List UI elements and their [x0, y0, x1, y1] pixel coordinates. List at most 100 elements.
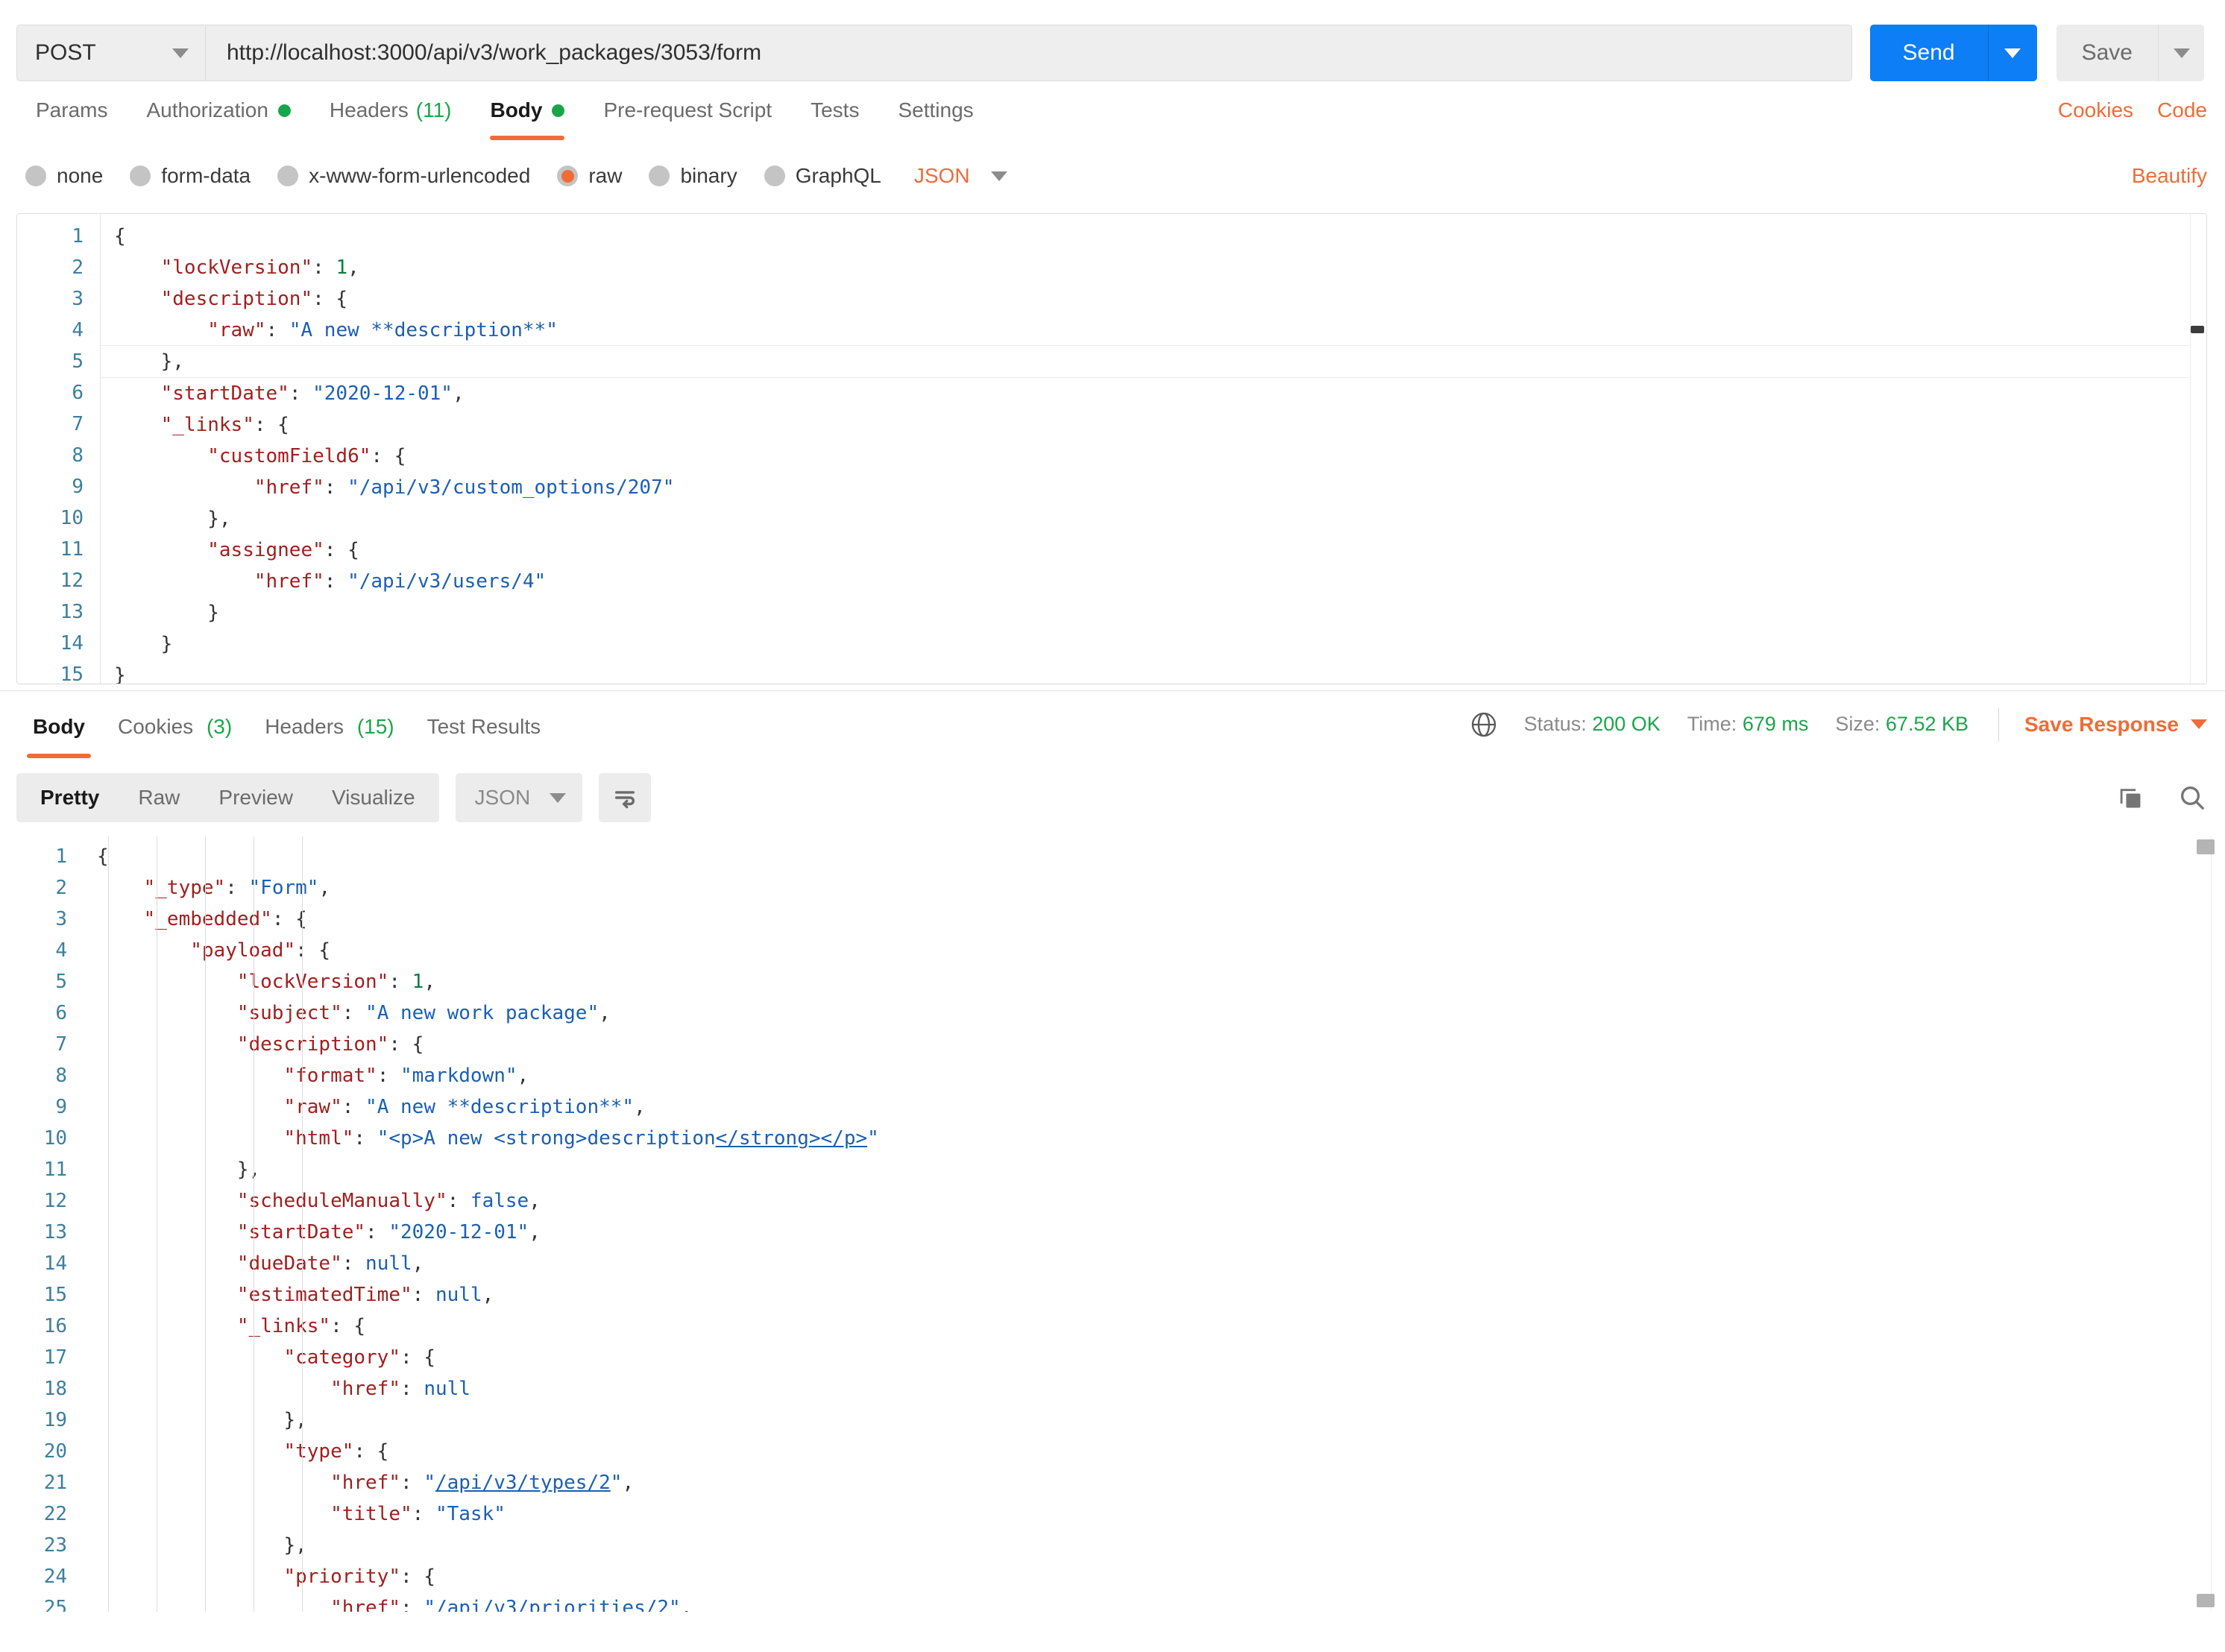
request-editor-code[interactable]: { "lockVersion": 1, "description": { "ra… — [101, 214, 2206, 684]
send-button[interactable]: Send — [1870, 25, 1988, 81]
tab-pre-request-script[interactable]: Pre-request Script — [584, 88, 791, 140]
code-line[interactable]: "description": { — [84, 1029, 2225, 1060]
raw-format-select[interactable]: JSON — [914, 164, 1007, 188]
code-line[interactable]: "title": "Task" — [84, 1498, 2225, 1530]
tab-settings[interactable]: Settings — [878, 88, 992, 140]
code-line[interactable]: "lockVersion": 1, — [84, 966, 2225, 997]
response-tab-headers[interactable]: Headers (15) — [248, 715, 410, 758]
code-token[interactable]: </strong> — [716, 1127, 821, 1150]
code-line[interactable]: }, — [84, 1530, 2225, 1561]
search-icon[interactable] — [2177, 783, 2207, 813]
response-format-label: JSON — [475, 786, 531, 810]
code-line[interactable]: "href": "/api/v3/custom_options/207" — [101, 472, 2206, 503]
code-line[interactable]: "href": null — [84, 1373, 2225, 1404]
code-line[interactable]: "customField6": { — [101, 441, 2206, 472]
body-type-x-www-form-urlencoded[interactable]: x-www-form-urlencoded — [277, 164, 530, 188]
code-token — [97, 1472, 330, 1494]
code-line[interactable]: } — [101, 660, 2206, 684]
code-line[interactable]: "href": "/api/v3/priorities/2", — [84, 1592, 2225, 1612]
code-line[interactable]: "_links": { — [101, 409, 2206, 441]
code-line[interactable]: "description": { — [101, 283, 2206, 315]
code-line[interactable]: "raw": "A new **description**" — [101, 315, 2206, 346]
code-line[interactable]: "priority": { — [84, 1561, 2225, 1592]
code-token: }, — [97, 1409, 307, 1431]
response-tab-test-results[interactable]: Test Results — [411, 715, 558, 758]
save-response-button[interactable]: Save Response — [2024, 713, 2207, 737]
response-tab-cookies[interactable]: Cookies (3) — [101, 715, 248, 758]
response-code[interactable]: { "_type": "Form", "_embedded": { "paylo… — [84, 836, 2225, 1612]
code-line[interactable]: }, — [84, 1404, 2225, 1436]
code-line[interactable]: "category": { — [84, 1342, 2225, 1373]
code-line[interactable]: "lockVersion": 1, — [101, 252, 2206, 283]
code-line[interactable]: } — [101, 597, 2206, 628]
tab-params[interactable]: Params — [16, 88, 127, 140]
save-options-button[interactable] — [2158, 25, 2204, 81]
response-format-select[interactable]: JSON — [456, 773, 583, 822]
code-token: }, — [97, 1158, 260, 1181]
cookies-link[interactable]: Cookies — [2058, 98, 2133, 122]
code-token: "markdown" — [400, 1065, 517, 1087]
code-line[interactable]: { — [101, 221, 2206, 252]
beautify-button[interactable]: Beautify — [2132, 164, 2207, 187]
code-line[interactable]: } — [101, 628, 2206, 660]
code-line[interactable]: "assignee": { — [101, 535, 2206, 566]
response-scrollbar-track[interactable] — [2211, 836, 2212, 1612]
code-token: " — [424, 1472, 435, 1494]
code-link[interactable]: Code — [2157, 98, 2207, 122]
code-line[interactable]: "href": "/api/v3/users/4" — [101, 566, 2206, 597]
line-number: 21 — [0, 1467, 84, 1498]
body-type-binary[interactable]: binary — [649, 164, 737, 188]
code-token[interactable]: /api/v3/types/2 — [435, 1472, 611, 1494]
body-type-none[interactable]: none — [25, 164, 103, 188]
code-line[interactable]: { — [84, 841, 2225, 872]
send-options-button[interactable] — [1988, 25, 2037, 81]
body-type-form-data[interactable]: form-data — [130, 164, 251, 188]
scrollbar-thumb[interactable] — [2191, 326, 2204, 333]
code-line[interactable]: "estimatedTime": null, — [84, 1279, 2225, 1311]
tab-headers[interactable]: Headers (11) — [310, 88, 471, 140]
code-line[interactable]: "startDate": "2020-12-01", — [84, 1217, 2225, 1248]
code-line[interactable]: "href": "/api/v3/types/2", — [84, 1467, 2225, 1498]
code-line[interactable]: "dueDate": null, — [84, 1248, 2225, 1279]
code-token[interactable]: /api/v3/priorities/2 — [435, 1597, 669, 1612]
http-method-select[interactable]: POST — [16, 25, 205, 81]
code-line[interactable]: "subject": "A new work package", — [84, 997, 2225, 1029]
code-line[interactable]: }, — [101, 503, 2206, 535]
line-number: 4 — [0, 935, 84, 966]
globe-icon[interactable] — [1469, 710, 1499, 740]
copy-icon[interactable] — [2116, 784, 2144, 812]
wrap-lines-button[interactable] — [599, 773, 651, 822]
code-line[interactable]: "raw": "A new **description**", — [84, 1091, 2225, 1123]
code-token: , — [599, 1002, 611, 1024]
view-mode-visualize[interactable]: Visualize — [312, 773, 435, 822]
save-button[interactable]: Save — [2056, 25, 2158, 81]
body-type-graphql[interactable]: GraphQL — [764, 164, 881, 188]
code-line[interactable]: "format": "markdown", — [84, 1060, 2225, 1091]
response-body-viewer[interactable]: 1234567891011121314151617181920212223242… — [0, 836, 2225, 1612]
code-line[interactable]: "payload": { — [84, 935, 2225, 966]
code-line[interactable]: "type": { — [84, 1436, 2225, 1467]
code-line[interactable]: "_embedded": { — [84, 904, 2225, 935]
body-type-raw[interactable]: raw — [557, 164, 622, 188]
code-line[interactable]: "html": "<p>A new <strong>description</s… — [84, 1123, 2225, 1154]
view-mode-pretty[interactable]: Pretty — [21, 773, 119, 822]
request-body-editor[interactable]: 123456789101112131415 { "lockVersion": 1… — [16, 213, 2207, 684]
tab-tests[interactable]: Tests — [791, 88, 878, 140]
line-number: 14 — [0, 1248, 84, 1279]
tab-body[interactable]: Body — [471, 88, 584, 140]
response-tab-body[interactable]: Body — [16, 715, 101, 758]
code-line[interactable]: "scheduleManually": false, — [84, 1185, 2225, 1217]
code-line[interactable]: }, — [84, 1154, 2225, 1185]
request-editor-scrollbar[interactable] — [2190, 214, 2206, 684]
code-token[interactable]: </p> — [821, 1127, 868, 1150]
request-url-input[interactable]: http://localhost:3000/api/v3/work_packag… — [205, 25, 1852, 81]
code-line[interactable]: "_type": "Form", — [84, 872, 2225, 904]
view-mode-preview[interactable]: Preview — [199, 773, 312, 822]
code-line[interactable]: }, — [101, 345, 2206, 378]
view-mode-raw[interactable]: Raw — [119, 773, 199, 822]
tab-authorization[interactable]: Authorization — [127, 88, 309, 140]
code-line[interactable]: "_links": { — [84, 1311, 2225, 1342]
code-line[interactable]: "startDate": "2020-12-01", — [101, 378, 2206, 409]
response-scrollbar-thumb-bottom[interactable] — [2197, 1594, 2215, 1607]
response-scrollbar-thumb[interactable] — [2197, 839, 2215, 854]
